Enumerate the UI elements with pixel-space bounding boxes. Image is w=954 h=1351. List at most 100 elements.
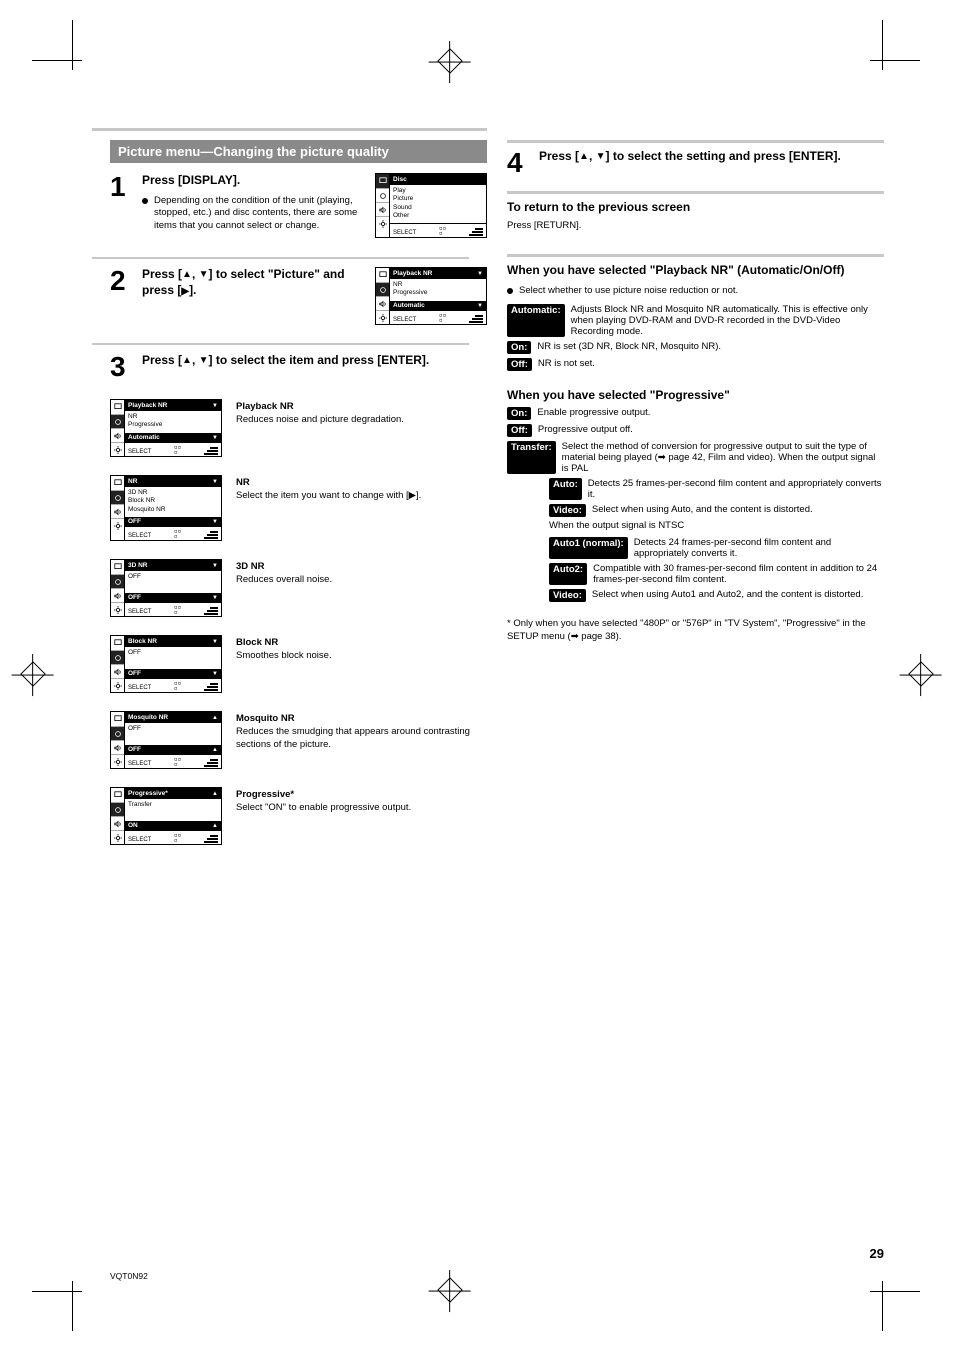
menu-item: 3D NR xyxy=(128,489,218,497)
step-number: 3 xyxy=(110,353,134,381)
dpad-icon: ▫▫▫ xyxy=(174,529,181,539)
menu-panel: Playback NR▼NRProgressiveAutomatic▼SELEC… xyxy=(110,399,222,457)
panel-footer-label: SELECT xyxy=(128,761,151,767)
crop-rule xyxy=(882,1281,883,1331)
gear-icon xyxy=(111,518,124,532)
playback-nr-bullet: Select whether to use picture noise redu… xyxy=(507,285,884,298)
menu-panel: Mosquito NR▲OFFOFF▲SELECT▫▫▫ xyxy=(110,711,222,769)
panel-head: Disc xyxy=(393,176,407,183)
step-number: 4 xyxy=(507,149,531,177)
chevron-icon: ▲ xyxy=(212,715,218,721)
chevron-icon: ▲ xyxy=(212,823,218,829)
panel-footer-label: SELECT xyxy=(128,449,151,455)
panel-sub-value: ON xyxy=(128,822,138,829)
playback-nr-heading: When you have selected "Playback NR" (Au… xyxy=(507,263,884,279)
bars-icon xyxy=(204,447,218,455)
ntsc-note: When the output signal is NTSC xyxy=(549,520,884,533)
panel-head: Block NR xyxy=(128,638,157,645)
down-arrow-icon: ▼ xyxy=(199,268,209,281)
chevron-icon: ▼ xyxy=(212,403,218,409)
disc-icon xyxy=(111,788,124,802)
panel-head: NR xyxy=(128,478,137,485)
bars-icon xyxy=(204,607,218,615)
dpad-icon: ▫▫▫ xyxy=(439,313,446,323)
picture-icon xyxy=(111,414,124,428)
step-title: Press [▲, ▼] to select the item and pres… xyxy=(142,353,487,369)
bars-icon xyxy=(204,683,218,691)
panel-footer-label: SELECT xyxy=(128,533,151,539)
right-arrow-icon: ▶ xyxy=(181,285,189,298)
chevron-down-icon: ▼ xyxy=(477,303,483,309)
panel-desc: NRSelect the item you want to change wit… xyxy=(236,475,487,541)
case-video2: Video: Select when using Auto1 and Auto2… xyxy=(549,589,884,602)
sound-icon xyxy=(376,296,389,310)
gear-icon xyxy=(111,754,124,768)
crop-rule xyxy=(870,1291,920,1292)
case-label: Automatic: xyxy=(507,304,565,337)
down-arrow-icon: ▼ xyxy=(596,150,606,163)
left-column: Picture menu—Changing the picture qualit… xyxy=(110,140,487,845)
crop-rule xyxy=(882,20,883,70)
progressive-heading: When you have selected "Progressive" xyxy=(507,388,884,404)
panel-head: Playback NR xyxy=(393,270,432,277)
sound-icon xyxy=(111,664,124,678)
crop-mark-left xyxy=(20,661,45,686)
sound-icon xyxy=(111,740,124,754)
menu-item: OFF xyxy=(128,573,218,581)
page-body: Picture menu—Changing the picture qualit… xyxy=(110,140,884,1231)
panel-row: Block NR▼OFFOFF▼SELECT▫▫▫Block NRSmoothe… xyxy=(110,635,487,693)
step-number: 2 xyxy=(110,267,134,325)
menu-item: NR xyxy=(128,413,218,421)
gear-icon xyxy=(376,310,389,324)
gear-icon xyxy=(111,442,124,456)
step-3: 3 Press [▲, ▼] to select the item and pr… xyxy=(110,343,487,381)
panel-desc: Mosquito NRReduces the smudging that app… xyxy=(236,711,487,769)
chevron-icon: ▲ xyxy=(212,747,218,753)
case-off: Off: NR is not set. xyxy=(507,358,884,371)
up-arrow-icon: ▲ xyxy=(182,354,192,367)
gear-icon xyxy=(111,830,124,844)
picture-icon xyxy=(111,650,124,664)
panel-head: Mosquito NR xyxy=(128,714,168,721)
page-number: 29 xyxy=(870,1246,884,1261)
panel-desc: Progressive*Select "ON" to enable progre… xyxy=(236,787,487,845)
step-1: 1 Disc Play xyxy=(110,173,487,239)
chevron-icon: ▼ xyxy=(212,639,218,645)
case-automatic: Automatic: Adjusts Block NR and Mosquito… xyxy=(507,304,884,337)
step-note: Depending on the condition of the unit (… xyxy=(142,195,487,233)
chevron-icon: ▼ xyxy=(212,519,218,525)
section-title: Picture menu—Changing the picture qualit… xyxy=(110,140,487,163)
crop-mark-bottom xyxy=(437,1277,462,1302)
panel-row: Playback NR▼NRProgressiveAutomatic▼SELEC… xyxy=(110,399,487,457)
picture-icon xyxy=(376,282,389,296)
crop-mark-right xyxy=(908,661,933,686)
menu-item: Transfer xyxy=(128,801,218,809)
step-title: Press [▲, ▼] to select the setting and p… xyxy=(539,149,884,165)
return-title: To return to the previous screen xyxy=(507,200,884,216)
panel-head: Progressive* xyxy=(128,790,168,797)
disc-icon xyxy=(111,400,124,414)
dpad-icon: ▫▫▫ xyxy=(174,681,181,691)
panel-desc: Block NRSmoothes block noise. xyxy=(236,635,487,693)
gear-icon xyxy=(111,678,124,692)
case-transfer: Transfer: Select the method of conversio… xyxy=(507,441,884,474)
menu-panel: NR▼3D NRBlock NRMosquito NROFF▼SELECT▫▫▫ xyxy=(110,475,222,541)
case-label: Video: xyxy=(549,504,586,517)
case-auto: Auto: Detects 25 frames-per-second film … xyxy=(549,478,884,500)
panel-sub-value: OFF xyxy=(128,746,141,753)
menu-item: Progressive xyxy=(128,421,218,429)
menu-panel: Progressive*▲TransferON▲SELECT▫▫▫ xyxy=(110,787,222,845)
disc-icon xyxy=(111,712,124,726)
panel-desc: 3D NRReduces overall noise. xyxy=(236,559,487,617)
case-off: Off: Progressive output off. xyxy=(507,424,884,437)
case-on: On: NR is set (3D NR, Block NR, Mosquito… xyxy=(507,341,884,354)
picture-icon xyxy=(111,574,124,588)
disc-icon xyxy=(111,636,124,650)
menu-item: NR xyxy=(393,281,483,289)
panel-footer-label: SELECT xyxy=(128,609,151,615)
down-arrow-icon: ▼ xyxy=(199,354,209,367)
case-label: Off: xyxy=(507,424,532,437)
crop-rule xyxy=(870,60,920,61)
panel-footer-label: SELECT xyxy=(393,317,416,323)
panel-sub-value: OFF xyxy=(128,594,141,601)
